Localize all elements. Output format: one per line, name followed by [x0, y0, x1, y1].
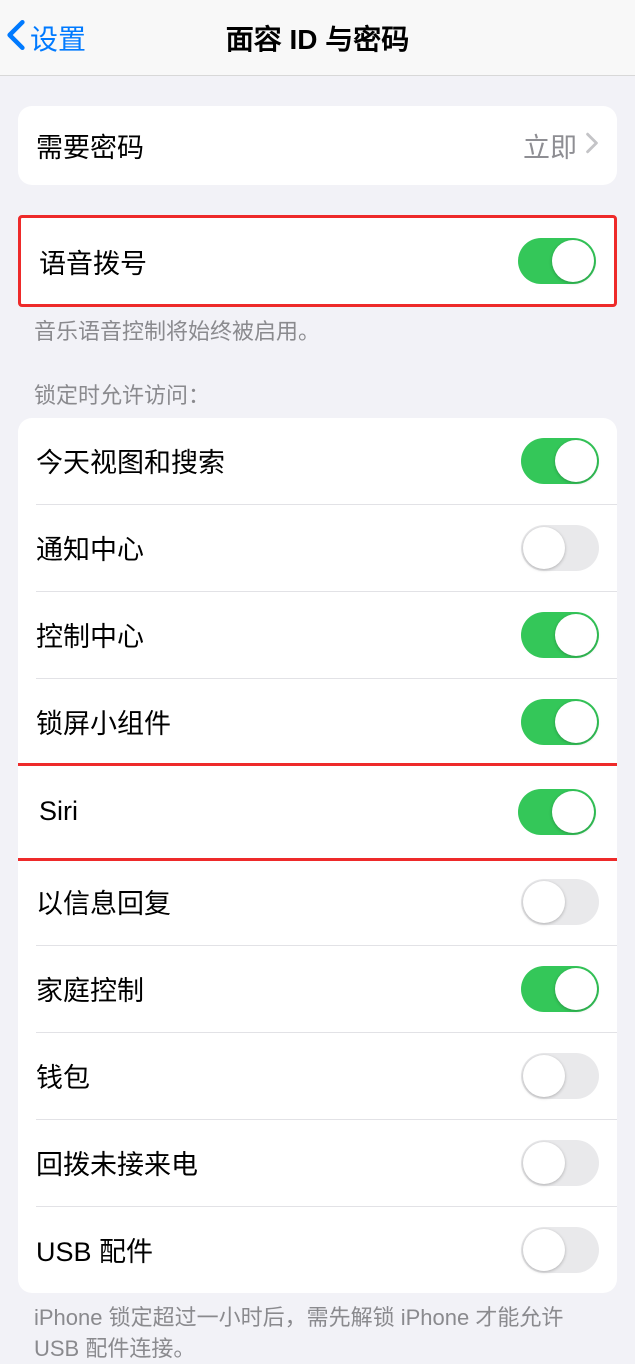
- lock-access-item-label: 锁屏小组件: [36, 702, 171, 741]
- lock-access-row: 回拨未接来电: [18, 1120, 617, 1206]
- back-label: 设置: [30, 18, 86, 58]
- lock-access-row: 通知中心: [18, 505, 617, 591]
- lock-access-group: 今天视图和搜索通知中心控制中心锁屏小组件 Siri 以信息回复家庭控制钱包回拨未接来…: [18, 418, 617, 1293]
- lock-access-item-label: 今天视图和搜索: [36, 441, 225, 480]
- voice-dial-row: 语音拨号: [21, 218, 614, 304]
- lock-access-item-label: Siri: [39, 796, 78, 827]
- require-passcode-row[interactable]: 需要密码 立即: [18, 106, 617, 185]
- lock-access-item-toggle[interactable]: [521, 1227, 599, 1273]
- voice-dial-toggle[interactable]: [518, 238, 596, 284]
- navigation-bar: 设置 面容 ID 与密码: [0, 0, 635, 76]
- lock-access-row: Siri: [18, 763, 617, 861]
- lock-access-row: USB 配件: [18, 1207, 617, 1293]
- lock-access-item-toggle[interactable]: [521, 525, 599, 571]
- lock-access-row: 钱包: [18, 1033, 617, 1119]
- lock-access-header: 锁定时允许访问：: [0, 348, 635, 418]
- require-passcode-value: 立即: [523, 126, 577, 165]
- lock-access-item-toggle[interactable]: [521, 966, 599, 1012]
- chevron-left-icon: [6, 19, 26, 56]
- voice-dial-group: 语音拨号: [18, 215, 617, 307]
- back-button[interactable]: 设置: [0, 18, 96, 58]
- lock-access-row: 锁屏小组件: [18, 679, 617, 765]
- chevron-right-icon: [585, 132, 599, 159]
- require-passcode-group: 需要密码 立即: [18, 106, 617, 185]
- lock-access-item-toggle[interactable]: [521, 612, 599, 658]
- lock-access-item-label: USB 配件: [36, 1230, 153, 1269]
- lock-access-item-toggle[interactable]: [521, 699, 599, 745]
- lock-access-row: 家庭控制: [18, 946, 617, 1032]
- lock-access-item-toggle[interactable]: [521, 879, 599, 925]
- lock-access-item-label: 控制中心: [36, 615, 144, 654]
- lock-access-item-label: 家庭控制: [36, 969, 144, 1008]
- lock-access-item-toggle[interactable]: [521, 438, 599, 484]
- require-passcode-label: 需要密码: [36, 126, 144, 165]
- lock-access-item-toggle[interactable]: [521, 1053, 599, 1099]
- lock-access-item-toggle[interactable]: [518, 789, 596, 835]
- lock-access-item-label: 回拨未接来电: [36, 1143, 198, 1182]
- lock-access-footer: iPhone 锁定超过一小时后，需先解锁 iPhone 才能允许 USB 配件连…: [0, 1293, 635, 1364]
- voice-dial-label: 语音拨号: [39, 242, 147, 281]
- lock-access-item-label: 以信息回复: [36, 882, 171, 921]
- voice-dial-footer: 音乐语音控制将始终被启用。: [0, 307, 635, 348]
- lock-access-item-toggle[interactable]: [521, 1140, 599, 1186]
- lock-access-row: 今天视图和搜索: [18, 418, 617, 504]
- lock-access-row: 以信息回复: [18, 859, 617, 945]
- lock-access-item-label: 通知中心: [36, 528, 144, 567]
- lock-access-row: 控制中心: [18, 592, 617, 678]
- lock-access-item-label: 钱包: [36, 1056, 90, 1095]
- page-title: 面容 ID 与密码: [226, 18, 410, 58]
